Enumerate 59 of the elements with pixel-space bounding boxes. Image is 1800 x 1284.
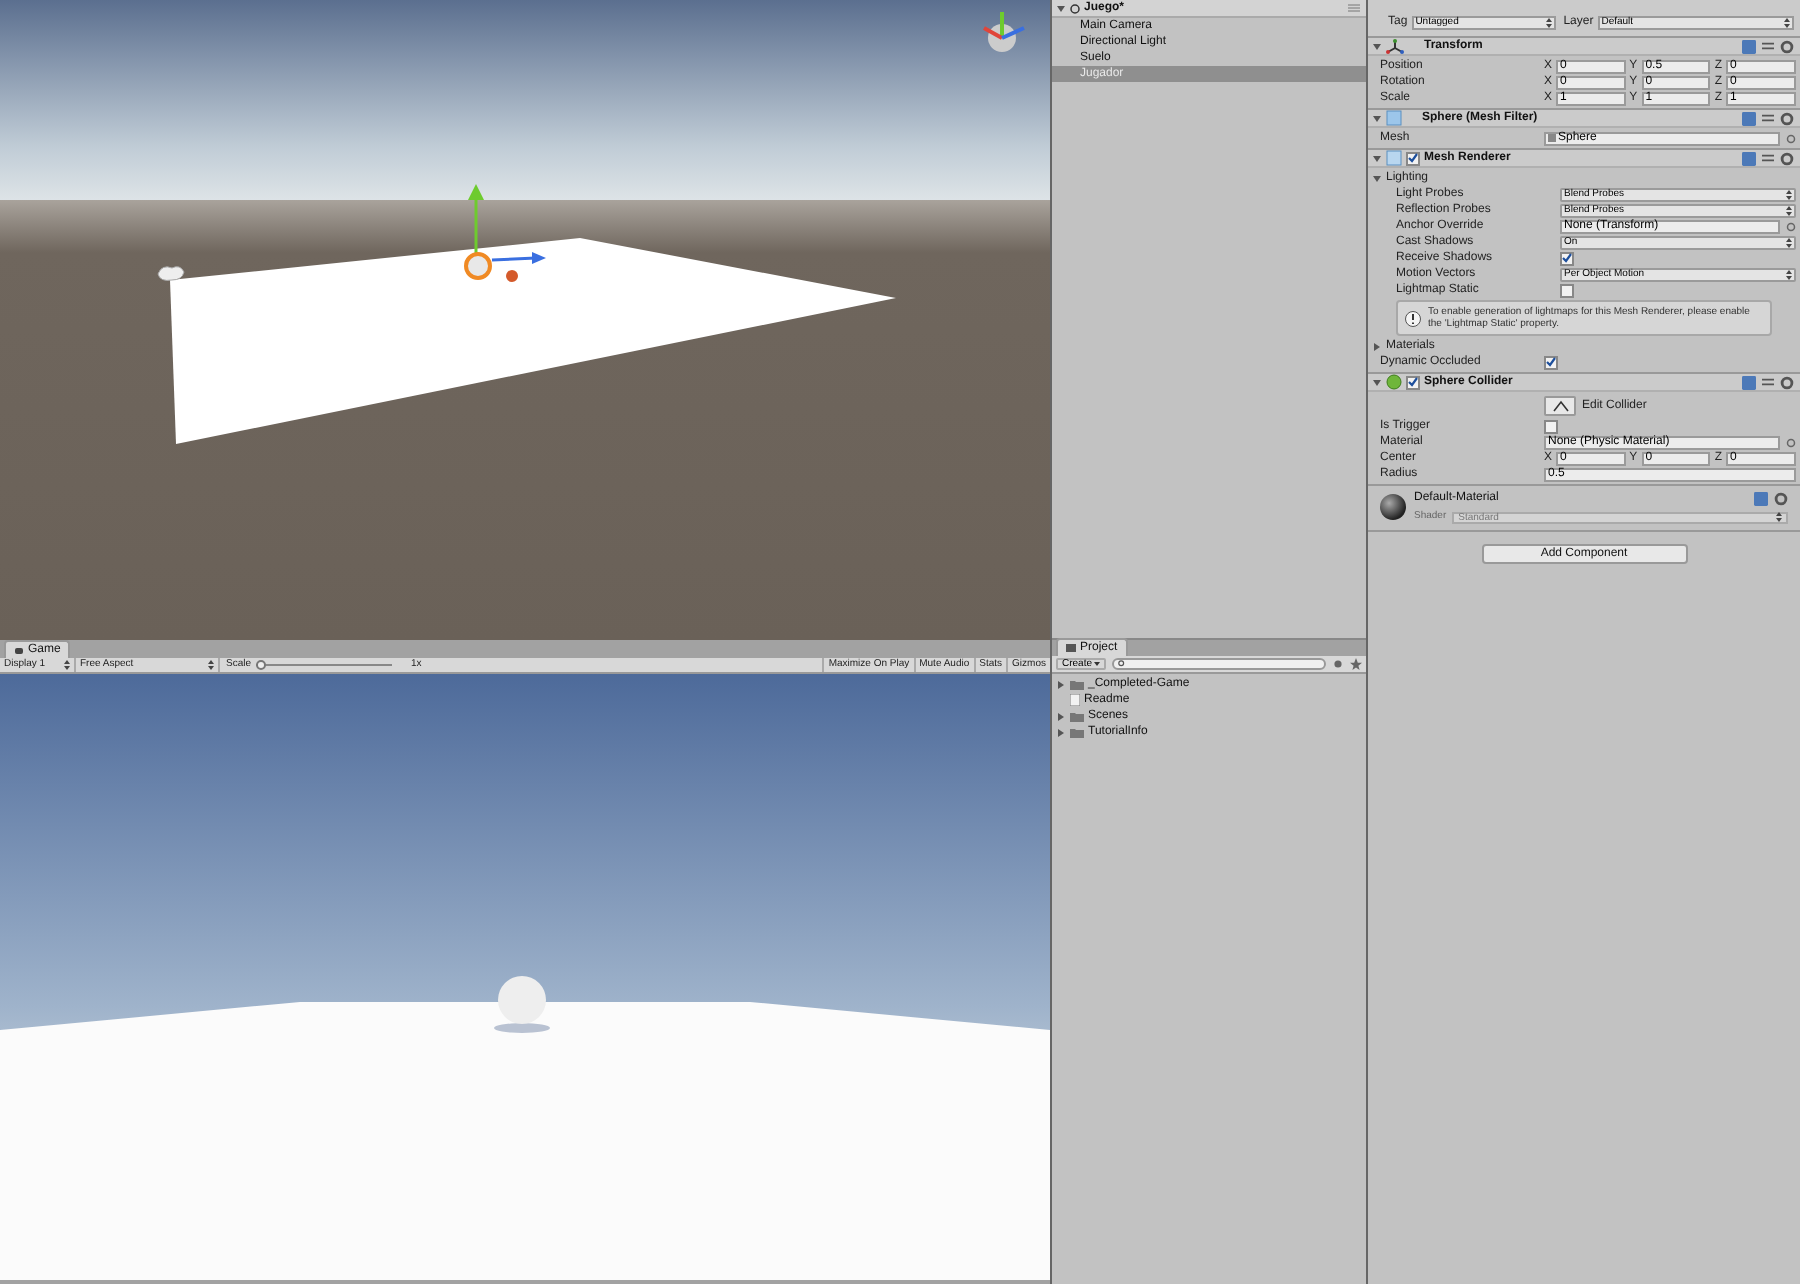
gear-icon[interactable] <box>1780 39 1794 53</box>
book-icon[interactable] <box>1742 39 1756 53</box>
target-icon[interactable] <box>1786 221 1796 231</box>
gear-icon[interactable] <box>1774 492 1788 506</box>
book-icon[interactable] <box>1742 151 1756 165</box>
edit-collider-button[interactable] <box>1544 396 1576 416</box>
dropdown-arrows-icon <box>1776 512 1782 523</box>
foldout-arrow-icon[interactable] <box>1372 377 1382 387</box>
checkbox[interactable] <box>1560 251 1574 265</box>
scale-slider[interactable] <box>255 660 392 670</box>
sliders-icon[interactable] <box>1762 40 1774 52</box>
cube-icon <box>1386 110 1402 126</box>
cube-icon <box>1386 150 1402 166</box>
foldout-arrow-icon[interactable] <box>1372 173 1382 183</box>
checkbox[interactable] <box>1544 355 1558 369</box>
polygon-edit-icon <box>1551 400 1569 412</box>
gear-icon[interactable] <box>1780 375 1794 389</box>
foldout-arrow-icon[interactable] <box>1056 3 1066 13</box>
dropdown-arrows-icon <box>64 660 70 670</box>
sphere-icon <box>1386 374 1402 390</box>
checkbox[interactable] <box>1406 151 1420 165</box>
dropdown-arrows-icon <box>1786 237 1792 247</box>
folder-icon <box>1070 679 1084 689</box>
checkbox[interactable] <box>1560 283 1574 297</box>
gear-icon[interactable] <box>1780 151 1794 165</box>
info-icon <box>1404 309 1422 327</box>
foldout-arrow-icon[interactable] <box>1372 341 1382 351</box>
target-icon[interactable] <box>1786 437 1796 447</box>
dropdown-arrows-icon <box>1786 269 1792 279</box>
target-icon[interactable] <box>1786 133 1796 143</box>
axes-icon <box>1386 38 1404 54</box>
dropdown-arrows-icon <box>1786 205 1792 215</box>
dropdown-arrows-icon <box>208 660 214 670</box>
grid-icon <box>1548 134 1556 142</box>
search-icon <box>1118 660 1127 668</box>
sliders-icon[interactable] <box>1762 376 1774 388</box>
star-icon[interactable] <box>1350 658 1362 670</box>
caret-icon <box>1094 662 1101 666</box>
checkbox[interactable] <box>1544 419 1558 433</box>
gear-icon[interactable] <box>1780 111 1794 125</box>
foldout-arrow-icon[interactable] <box>1372 113 1382 123</box>
folder-icon <box>1066 644 1076 652</box>
dropdown-arrows-icon <box>1784 17 1790 27</box>
foldout-arrow-icon[interactable] <box>1056 727 1066 737</box>
foldout-arrow-icon[interactable] <box>1372 153 1382 163</box>
document-icon <box>1070 694 1080 706</box>
sliders-icon[interactable] <box>1762 112 1774 124</box>
slider-thumb[interactable] <box>255 660 266 670</box>
checkbox[interactable] <box>1406 375 1420 389</box>
sliders-icon[interactable] <box>1762 152 1774 164</box>
dropdown-arrows-icon <box>1786 189 1792 199</box>
foldout-arrow-icon[interactable] <box>1056 679 1066 689</box>
dropdown-arrows-icon <box>1545 17 1552 27</box>
search-field[interactable] <box>1112 658 1326 670</box>
book-icon[interactable] <box>1742 111 1756 125</box>
gamepad-icon <box>14 645 24 655</box>
foldout-arrow-icon[interactable] <box>1056 711 1066 721</box>
foldout-arrow-icon[interactable] <box>1372 41 1382 51</box>
book-icon[interactable] <box>1742 375 1756 389</box>
